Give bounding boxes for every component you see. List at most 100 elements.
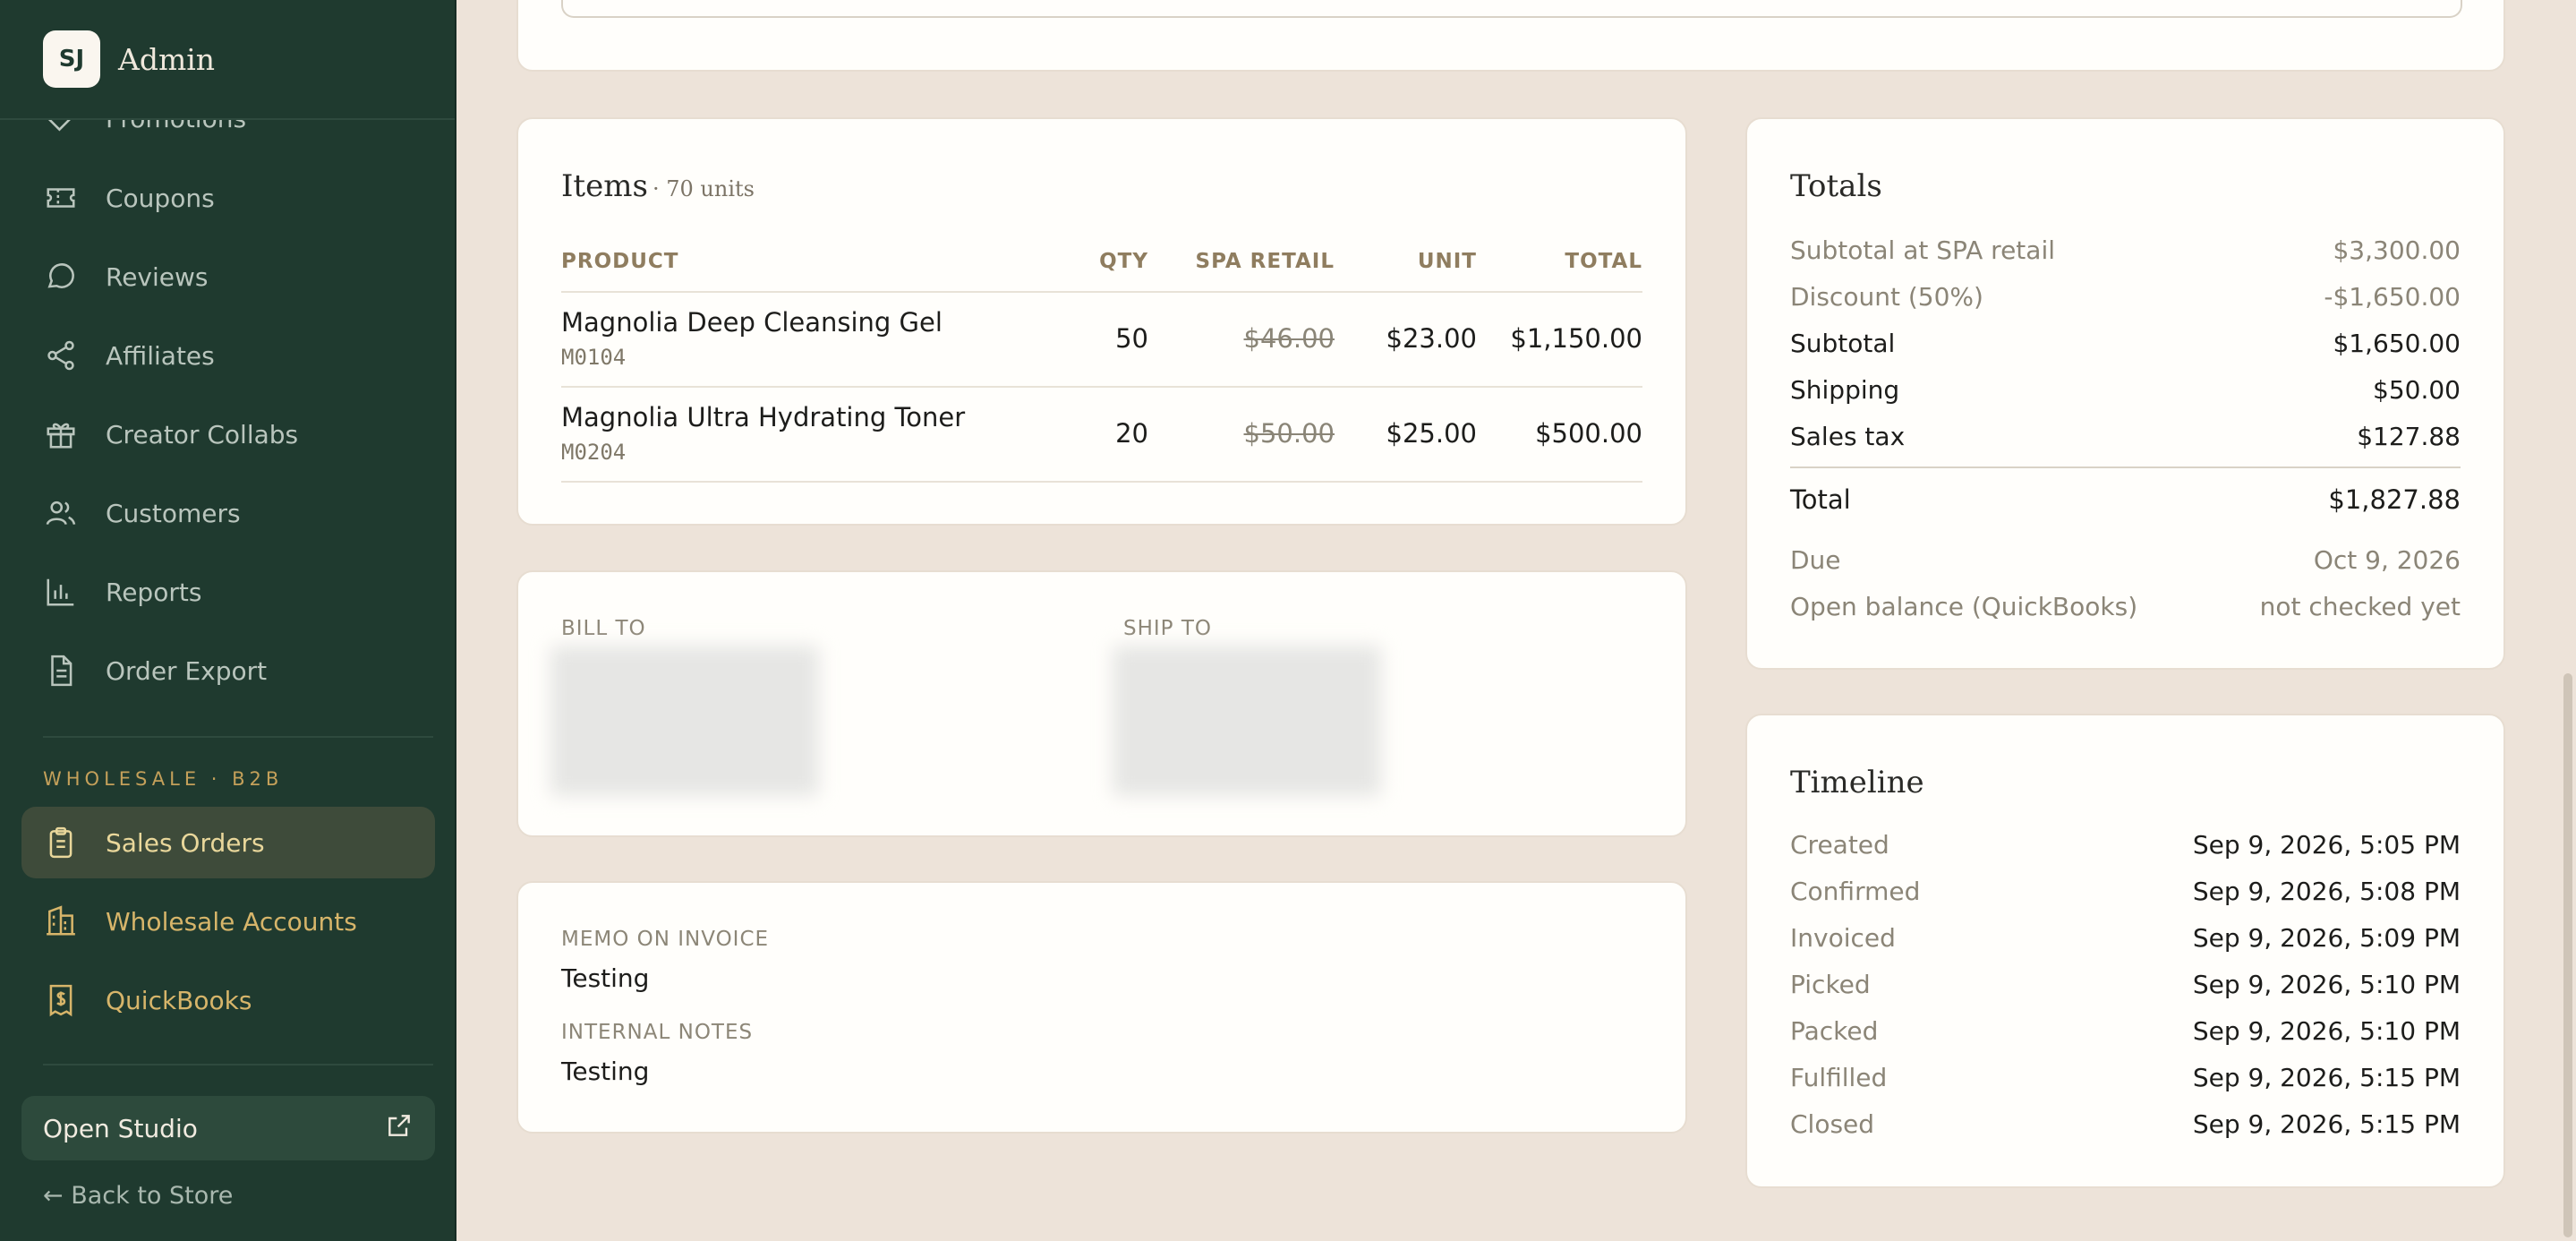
bar-chart-icon: [43, 574, 79, 610]
sidebar-item-creator-collabs[interactable]: Creator Collabs: [21, 398, 435, 470]
sidebar-item-label: Reviews: [106, 261, 209, 292]
totals-row: Sales tax $127.88: [1790, 422, 2461, 458]
open-studio-label: Open Studio: [43, 1113, 198, 1143]
textarea-field[interactable]: [561, 0, 2462, 18]
sidebar-item-sales-orders[interactable]: Sales Orders: [21, 807, 435, 878]
items-title: Items: [561, 168, 648, 204]
sidebar-item-coupons[interactable]: Coupons: [21, 162, 435, 234]
totals-value: $127.88: [2357, 422, 2461, 451]
scrollbar-thumb[interactable]: [2563, 673, 2572, 1237]
top-card: [516, 0, 2505, 72]
timeline-event: Created: [1790, 830, 1889, 860]
external-link-icon: [385, 1111, 414, 1146]
timeline-event: Picked: [1790, 970, 1871, 999]
sidebar-divider: [43, 736, 433, 738]
timeline-row: Picked Sep 9, 2026, 5:10 PM: [1790, 970, 2461, 1006]
col-total: TOTAL: [1565, 250, 1642, 273]
timeline-event: Invoiced: [1790, 923, 1896, 953]
sidebar-item-quickbooks[interactable]: QuickBooks: [21, 964, 435, 1036]
sidebar-item-order-export[interactable]: Order Export: [21, 635, 435, 706]
address-card: BILL TO SHIP TO: [516, 570, 1687, 837]
product-name: Magnolia Ultra Hydrating Toner: [561, 402, 966, 432]
timeline-event: Closed: [1790, 1109, 1875, 1139]
timeline-event: Confirmed: [1790, 877, 1921, 906]
timeline-event: Packed: [1790, 1016, 1879, 1046]
sidebar-item-label: Customers: [106, 498, 241, 528]
table-header-divider: [561, 291, 1642, 293]
product-qty: 50: [1115, 323, 1148, 354]
col-spa-retail: SPA RETAIL: [1195, 250, 1335, 273]
totals-row: Discount (50%) -$1,650.00: [1790, 282, 2461, 318]
items-units: · 70 units: [653, 176, 755, 201]
product-sku: M0104: [561, 345, 627, 370]
totals-row: Due Oct 9, 2026: [1790, 545, 2461, 581]
back-to-store-link[interactable]: ← Back to Store: [43, 1182, 233, 1210]
share-icon: [43, 338, 79, 373]
notes-card: MEMO ON INVOICE Testing INTERNAL NOTES T…: [516, 881, 1687, 1134]
totals-row: Subtotal at SPA retail $3,300.00: [1790, 235, 2461, 271]
open-studio-button[interactable]: Open Studio: [21, 1096, 435, 1160]
totals-divider: [1790, 466, 2461, 468]
building-icon: [43, 903, 79, 939]
users-icon: [43, 495, 79, 531]
sidebar-item-wholesale-accounts[interactable]: Wholesale Accounts: [21, 886, 435, 957]
timeline-time: Sep 9, 2026, 5:15 PM: [2192, 1109, 2461, 1139]
internal-notes-label: INTERNAL NOTES: [561, 1021, 754, 1044]
totals-row: Subtotal $1,650.00: [1790, 329, 2461, 364]
timeline-time: Sep 9, 2026, 5:09 PM: [2192, 923, 2461, 953]
internal-notes-value: Testing: [561, 1057, 650, 1086]
product-qty: 20: [1115, 418, 1148, 449]
row-divider: [561, 481, 1642, 483]
timeline-row: Confirmed Sep 9, 2026, 5:08 PM: [1790, 877, 2461, 912]
totals-value: $1,650.00: [2333, 329, 2461, 358]
product-sku: M0204: [561, 440, 627, 465]
totals-value: $1,827.88: [2328, 484, 2461, 515]
clipboard-icon: [43, 825, 79, 860]
col-unit: UNIT: [1417, 250, 1477, 273]
row-divider: [561, 386, 1642, 388]
timeline-row: Fulfilled Sep 9, 2026, 5:15 PM: [1790, 1063, 2461, 1099]
sidebar-item-reviews[interactable]: Reviews: [21, 241, 435, 312]
sidebar-item-label: Creator Collabs: [106, 419, 299, 449]
totals-value: -$1,650.00: [2324, 282, 2461, 312]
sidebar-item-reports[interactable]: Reports: [21, 556, 435, 628]
totals-key: Subtotal at SPA retail: [1790, 235, 2055, 265]
timeline-time: Sep 9, 2026, 5:10 PM: [2192, 970, 2461, 999]
chat-bubble-icon: [43, 259, 79, 295]
totals-row-total: Total $1,827.88: [1790, 484, 2461, 520]
totals-key: Due: [1790, 545, 1841, 575]
avatar[interactable]: SJ: [43, 30, 100, 88]
receipt-dollar-icon: [43, 982, 79, 1018]
sidebar: SJ Admin Promotions Coupons Reviews Affi…: [0, 0, 456, 1241]
memo-label: MEMO ON INVOICE: [561, 928, 770, 951]
col-qty: QTY: [1099, 250, 1148, 273]
sidebar-item-label: QuickBooks: [106, 985, 252, 1015]
gift-icon: [43, 416, 79, 452]
sidebar-item-customers[interactable]: Customers: [21, 477, 435, 549]
product-total: $500.00: [1535, 418, 1642, 449]
col-product: PRODUCT: [561, 250, 679, 273]
totals-key: Sales tax: [1790, 422, 1906, 451]
timeline-time: Sep 9, 2026, 5:10 PM: [2192, 1016, 2461, 1046]
product-retail: $50.00: [1243, 418, 1335, 449]
timeline-card: Timeline Created Sep 9, 2026, 5:05 PM Con…: [1745, 714, 2505, 1188]
totals-key: Discount (50%): [1790, 282, 1983, 312]
memo-value: Testing: [561, 963, 650, 993]
sidebar-item-label: Order Export: [106, 655, 268, 686]
timeline-title: Timeline: [1790, 765, 1924, 800]
sidebar-divider: [43, 1064, 433, 1066]
totals-value: $50.00: [2373, 375, 2461, 405]
product-total: $1,150.00: [1510, 323, 1642, 354]
timeline-time: Sep 9, 2026, 5:08 PM: [2192, 877, 2461, 906]
totals-key: Shipping: [1790, 375, 1900, 405]
items-card: Items · 70 units PRODUCT QTY SPA RETAIL …: [516, 117, 1687, 526]
sidebar-item-affiliates[interactable]: Affiliates: [21, 320, 435, 391]
sidebar-item-label: Coupons: [106, 183, 215, 213]
timeline-row: Closed Sep 9, 2026, 5:15 PM: [1790, 1109, 2461, 1145]
document-icon: [43, 653, 79, 689]
totals-title: Totals: [1790, 168, 1882, 204]
app-title: Admin: [118, 41, 216, 77]
totals-row: Shipping $50.00: [1790, 375, 2461, 411]
totals-key: Open balance (QuickBooks): [1790, 592, 2138, 621]
sidebar-item-label: Sales Orders: [106, 827, 265, 858]
